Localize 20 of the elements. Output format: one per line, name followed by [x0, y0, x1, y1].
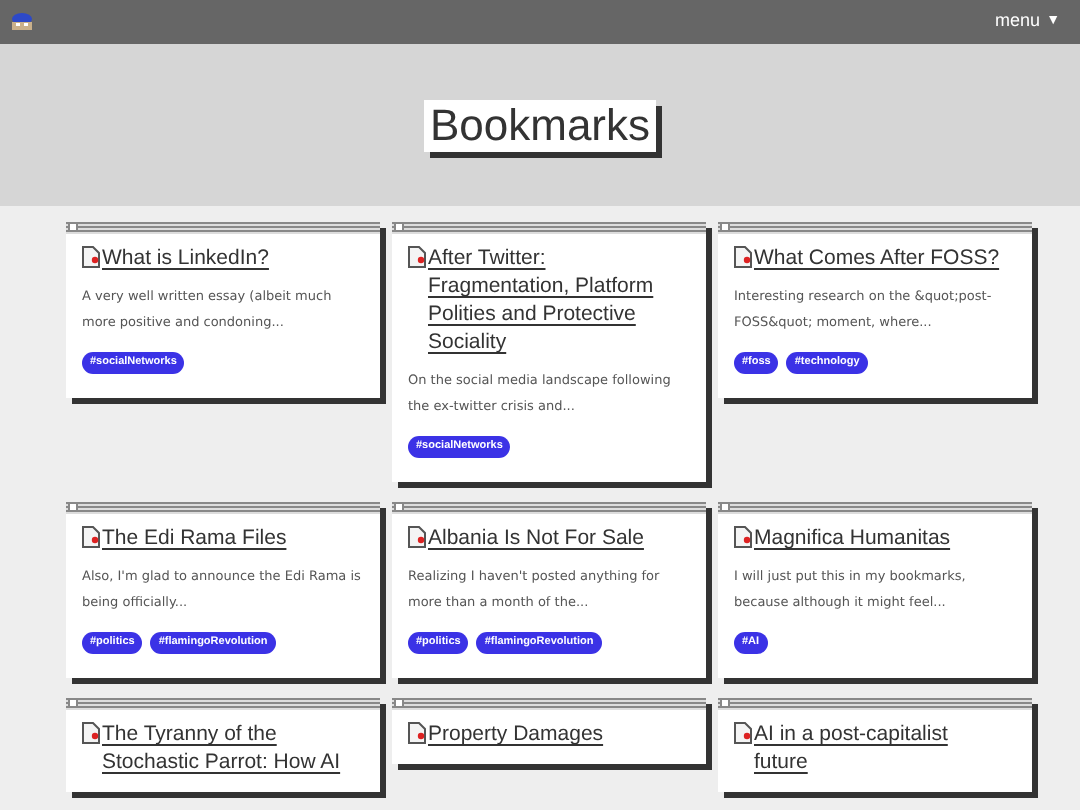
document-icon — [734, 246, 752, 268]
document-icon — [82, 246, 100, 268]
bookmark-title-link[interactable]: AI in a post-capitalist future — [754, 720, 1000, 776]
document-icon — [82, 722, 100, 744]
bookmark-title-link[interactable]: The Edi Rama Files — [102, 524, 287, 552]
document-icon — [408, 526, 426, 548]
document-icon — [408, 246, 426, 268]
bookmark-title-link[interactable]: Albania Is Not For Sale — [428, 524, 644, 552]
bookmark-title-link[interactable]: Property Damages — [428, 720, 604, 748]
document-icon — [734, 526, 752, 548]
bookmark-title-link[interactable]: What Comes After FOSS? — [754, 244, 1000, 272]
bookmark-title-link[interactable]: Magnifica Humanitas — [754, 524, 951, 552]
page-title: Bookmarks — [423, 99, 657, 151]
bookmark-title-link[interactable]: After Twitter: Fragmentation, Platform Polities and Protective Sociality — [428, 244, 674, 356]
document-icon — [408, 722, 426, 744]
logo-icon[interactable] — [8, 12, 36, 32]
document-icon — [734, 722, 752, 744]
document-icon — [82, 526, 100, 548]
bookmark-title-link[interactable]: The Tyranny of the Stochastic Parrot: How AI — [102, 720, 348, 776]
bookmark-title-link[interactable]: What is LinkedIn? — [102, 244, 269, 272]
